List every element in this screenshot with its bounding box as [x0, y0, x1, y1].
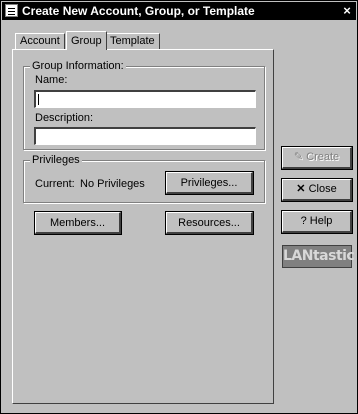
description-label: Description:: [35, 112, 94, 124]
help-button-label: Help: [309, 215, 333, 227]
name-label: Name:: [35, 74, 68, 86]
close-button[interactable]: ✕ Close: [281, 178, 353, 202]
resources-button[interactable]: Resources...: [165, 211, 254, 235]
tab-group[interactable]: Group: [66, 31, 107, 50]
close-button-label: Close: [308, 183, 337, 195]
title-bar[interactable]: Create New Account, Group, or Template ×: [2, 2, 356, 20]
x-icon: ✕: [296, 183, 306, 195]
pencil-icon: ✎: [293, 151, 304, 163]
privileges-legend: Privileges: [30, 154, 82, 167]
tab-template[interactable]: Template: [105, 33, 160, 49]
create-button-label: Create: [306, 151, 340, 163]
name-field[interactable]: [34, 90, 256, 108]
text-caret: [38, 94, 39, 105]
close-icon[interactable]: ×: [340, 4, 354, 17]
description-field[interactable]: [34, 127, 256, 145]
group-information-legend: Group Information:: [30, 60, 126, 73]
lantastic-logo: LANtastic: [282, 245, 355, 268]
question-icon: ?: [300, 215, 307, 227]
help-button[interactable]: ? Help: [281, 210, 353, 234]
dialog-window: Create New Account, Group, or Template ×…: [0, 0, 358, 414]
current-privileges-value: No Privileges: [80, 178, 145, 190]
privileges-button[interactable]: Privileges...: [165, 171, 254, 195]
window-title: Create New Account, Group, or Template: [22, 4, 255, 18]
create-button[interactable]: ✎ Create: [281, 146, 353, 170]
privileges-button-label: Privileges...: [180, 176, 238, 189]
members-button[interactable]: Members...: [34, 211, 122, 235]
current-label: Current:: [35, 178, 75, 190]
app-icon: [5, 4, 18, 17]
resources-button-label: Resources...: [178, 216, 240, 229]
tab-panel: Group Information: Name: Description: Pr…: [12, 49, 274, 404]
members-button-label: Members...: [49, 216, 105, 229]
tab-account[interactable]: Account: [15, 33, 65, 49]
